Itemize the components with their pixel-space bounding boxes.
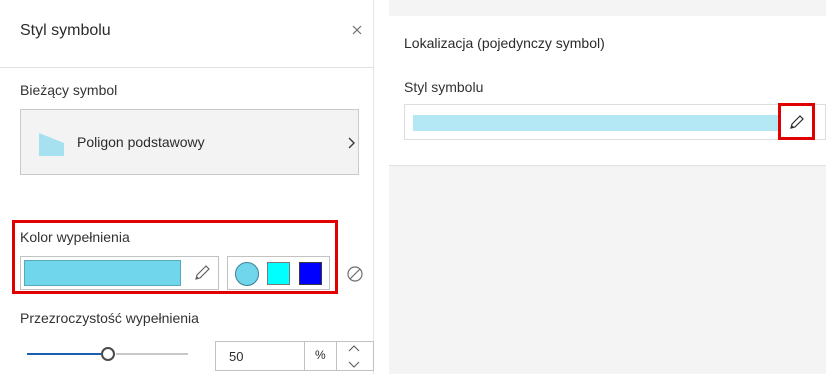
opacity-slider-track[interactable] bbox=[116, 353, 188, 355]
swatch-cyan[interactable] bbox=[267, 262, 290, 285]
divider bbox=[304, 342, 305, 370]
panel-header: Styl symbolu bbox=[0, 0, 374, 68]
opacity-slider-thumb[interactable] bbox=[101, 347, 115, 361]
recent-colors bbox=[227, 256, 330, 290]
chevron-up-icon[interactable] bbox=[346, 344, 362, 354]
no-color-icon[interactable] bbox=[346, 265, 364, 283]
divider bbox=[336, 342, 337, 370]
opacity-slider-fill[interactable] bbox=[27, 353, 101, 355]
pencil-icon[interactable] bbox=[192, 263, 212, 283]
opacity-number-input[interactable]: 50 % bbox=[215, 341, 374, 371]
symbol-preview-bar bbox=[413, 115, 793, 131]
fill-color-label: Kolor wypełnienia bbox=[20, 229, 130, 245]
current-symbol-button[interactable]: Poligon podstawowy bbox=[20, 109, 359, 175]
location-symbol-panel: Lokalizacja (pojedynczy symbol) Styl sym… bbox=[389, 16, 826, 166]
opacity-value[interactable]: 50 bbox=[229, 349, 243, 364]
current-symbol-name: Poligon podstawowy bbox=[77, 134, 205, 150]
opacity-unit: % bbox=[315, 348, 326, 362]
panel-title: Styl symbolu bbox=[20, 22, 111, 39]
chevron-down-icon[interactable] bbox=[346, 359, 362, 369]
edit-symbol-button[interactable] bbox=[778, 103, 815, 140]
current-symbol-label: Bieżący symbol bbox=[20, 82, 118, 98]
symbol-style-field[interactable] bbox=[404, 104, 826, 140]
pencil-icon bbox=[790, 115, 804, 129]
close-icon[interactable] bbox=[349, 22, 365, 38]
fill-color-preview[interactable] bbox=[24, 260, 181, 286]
fill-opacity-label: Przezroczystość wypełnienia bbox=[20, 310, 199, 326]
symbol-style-label: Styl symbolu bbox=[404, 79, 484, 95]
swatch-blue[interactable] bbox=[299, 262, 322, 285]
layer-style-area: Lokalizacja (pojedynczy symbol) Styl sym… bbox=[389, 0, 826, 374]
swatch-light-blue[interactable] bbox=[235, 262, 259, 286]
location-title: Lokalizacja (pojedynczy symbol) bbox=[404, 35, 605, 51]
fill-color-field[interactable] bbox=[20, 256, 219, 290]
polygon-symbol-icon bbox=[39, 133, 64, 156]
chevron-right-icon bbox=[348, 137, 355, 149]
symbol-style-panel: Styl symbolu Bieżący symbol Poligon pods… bbox=[0, 0, 374, 374]
